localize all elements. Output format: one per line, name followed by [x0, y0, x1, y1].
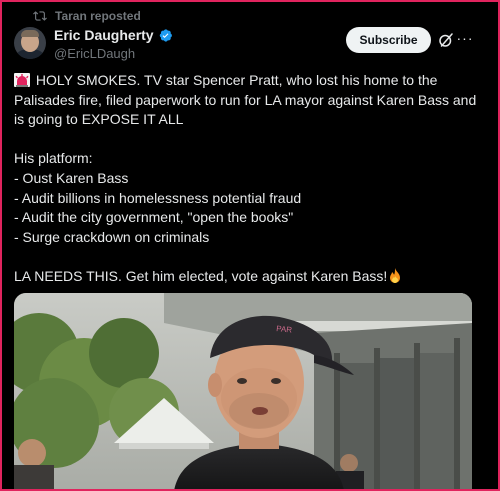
fire-emoji [390, 267, 401, 283]
window-frame-top [0, 0, 500, 2]
platform-item: - Oust Karen Bass [14, 169, 129, 186]
repost-label: Taran reposted [55, 9, 141, 23]
grok-icon[interactable] [437, 31, 455, 49]
author-name[interactable]: Eric Daugherty [54, 27, 154, 43]
subscribe-button[interactable]: Subscribe [346, 27, 431, 53]
avatar[interactable] [14, 27, 46, 59]
video-frame: PAR [14, 293, 472, 491]
window-frame-left [0, 0, 2, 491]
author-handle[interactable]: @EricLDaugh [54, 46, 173, 61]
svg-text:PAR: PAR [276, 324, 293, 335]
platform-item: - Surge crackdown on criminals [14, 228, 210, 245]
tweet-line-1: HOLY SMOKES. TV star Spencer Pratt, who … [14, 72, 477, 128]
more-icon[interactable]: ··· [456, 29, 474, 47]
closing-line: LA NEEDS THIS. Get him elected, vote aga… [14, 267, 484, 287]
repost-icon [33, 11, 47, 21]
platform-item: - Audit the city government, "open the b… [14, 209, 294, 226]
video-thumbnail[interactable]: PAR [14, 293, 472, 491]
author-block: Eric Daugherty @EricLDaugh [54, 27, 173, 61]
platform-heading: His platform: [14, 150, 93, 167]
siren-emoji [14, 73, 30, 87]
platform-item: - Audit billions in homelessness potenti… [14, 189, 302, 206]
verified-icon [159, 28, 172, 42]
tweet-text: HOLY SMOKES. TV star Spencer Pratt, who … [14, 71, 484, 287]
repost-indicator[interactable]: Taran reposted [33, 9, 141, 23]
